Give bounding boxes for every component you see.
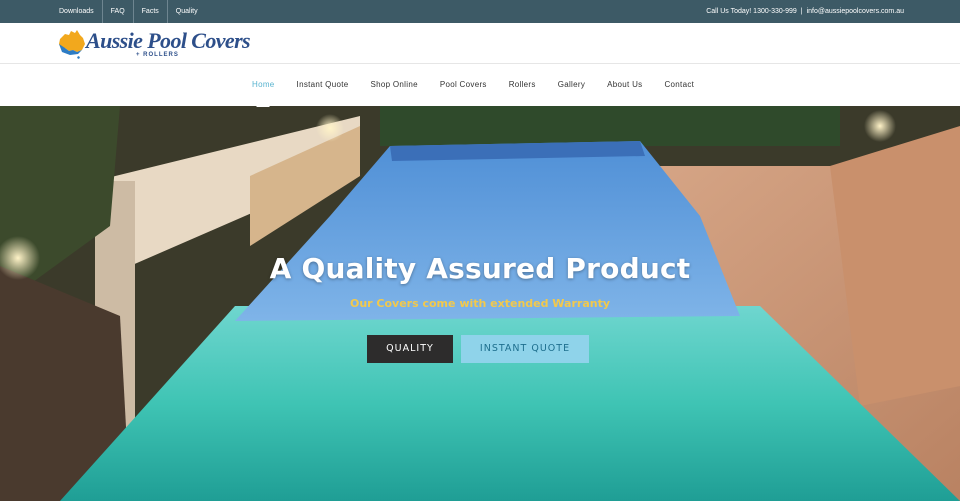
quality-button[interactable]: QUALITY (367, 335, 453, 363)
top-contact: Call Us Today! 1300-330-999 | info@aussi… (706, 0, 904, 23)
top-links: Downloads FAQ Facts Quality (51, 0, 206, 23)
nav-item-instant-quote[interactable]: Instant Quote (297, 64, 349, 106)
top-link-faq[interactable]: FAQ (103, 0, 134, 23)
nav-item-shop-online[interactable]: Shop Online (370, 64, 417, 106)
contact-email-link[interactable]: info@aussiepoolcovers.com.au (807, 0, 904, 23)
nav-item-about-us[interactable]: About Us (607, 64, 642, 106)
nav-item-rollers[interactable]: Rollers (509, 64, 536, 106)
instant-quote-button[interactable]: INSTANT QUOTE (461, 335, 589, 363)
hero-title: A Quality Assured Product (269, 252, 691, 285)
top-bar: Downloads FAQ Facts Quality Call Us Toda… (0, 0, 960, 23)
call-us-text: Call Us Today! 1300-330-999 (706, 8, 797, 15)
australia-map-icon (59, 30, 85, 59)
nav-item-gallery[interactable]: Gallery (558, 64, 585, 106)
top-link-quality[interactable]: Quality (168, 0, 206, 23)
nav-item-label: Home (252, 80, 275, 89)
nav-item-home[interactable]: Home (252, 64, 275, 107)
contact-separator: | (800, 8, 803, 15)
main-nav: Home Instant Quote Shop Online Pool Cove… (0, 64, 960, 107)
hero-banner: A Quality Assured Product Our Covers com… (0, 106, 960, 501)
active-caret-icon (256, 100, 271, 107)
top-link-downloads[interactable]: Downloads (51, 0, 103, 23)
site-header: Aussie Pool Covers + ROLLERS (0, 23, 960, 64)
hero-subtitle: Our Covers come with extended Warranty (349, 297, 611, 310)
top-link-facts[interactable]: Facts (134, 0, 168, 23)
nav-item-contact[interactable]: Contact (664, 64, 694, 106)
nav-item-pool-covers[interactable]: Pool Covers (440, 64, 487, 106)
logo-tagline: + ROLLERS (136, 52, 179, 58)
logo-wordmark: Aussie Pool Covers (86, 28, 251, 53)
site-logo[interactable]: Aussie Pool Covers + ROLLERS (56, 27, 251, 61)
